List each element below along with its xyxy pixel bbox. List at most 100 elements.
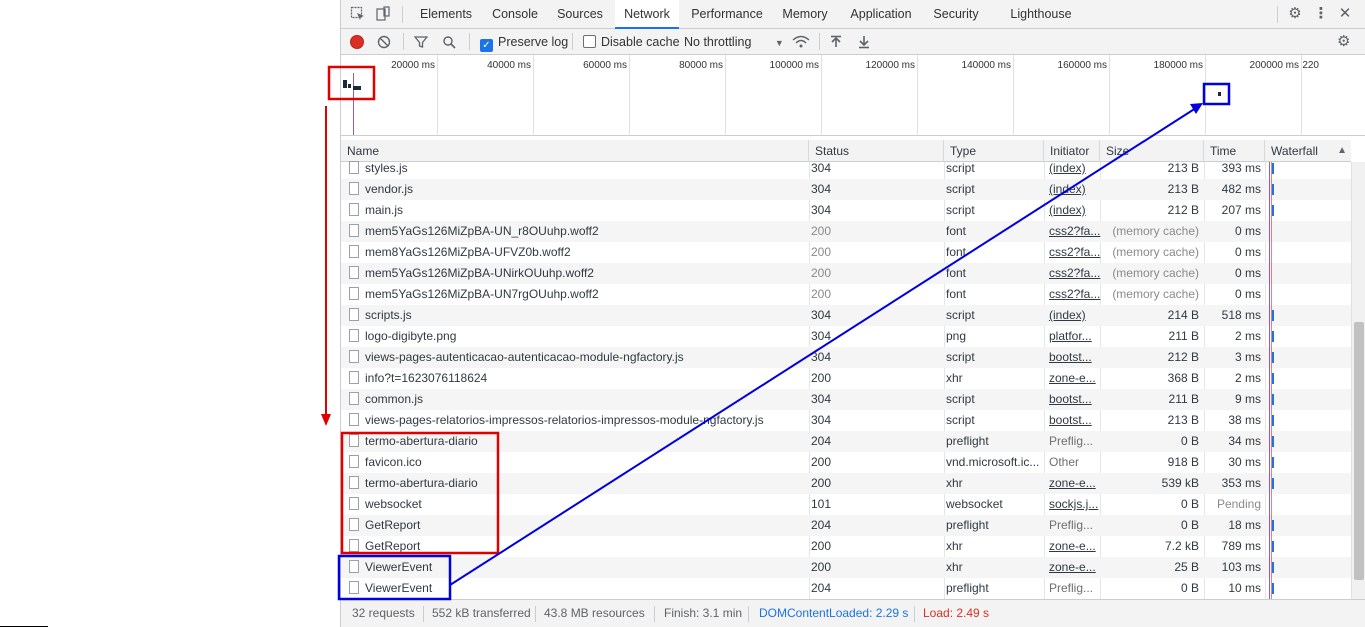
tab-lighthouse[interactable]: Lighthouse — [1005, 0, 1077, 29]
export-har-icon[interactable] — [858, 33, 872, 51]
disable-cache-box[interactable] — [583, 35, 596, 48]
request-row[interactable]: mem8YaGs126MiZpBA-UFVZ0b.woff2 200 font css… — [341, 242, 1351, 263]
status-cell: 200 — [811, 245, 832, 259]
request-name-cell[interactable]: websocket — [349, 494, 809, 515]
initiator-cell[interactable]: bootst... — [1049, 347, 1101, 368]
device-toolbar-icon[interactable] — [375, 6, 391, 22]
request-name-cell[interactable]: info?t=1623076118624 — [349, 368, 809, 389]
initiator-cell[interactable]: (index) — [1049, 158, 1101, 179]
request-row[interactable]: websocket 101 websocket sockjs.j... 0 B Pendi… — [341, 494, 1351, 515]
initiator-cell[interactable]: (index) — [1049, 305, 1101, 326]
request-name-cell[interactable]: styles.js — [349, 158, 809, 179]
search-icon[interactable] — [442, 33, 458, 51]
request-row[interactable]: ViewerEvent 204 preflight Preflig... 0 B 10 m… — [341, 578, 1351, 599]
request-name-cell[interactable]: mem5YaGs126MiZpBA-UN7rgOUuhp.woff2 — [349, 284, 809, 305]
request-name-cell[interactable]: mem8YaGs126MiZpBA-UFVZ0b.woff2 — [349, 242, 809, 263]
request-row[interactable]: mem5YaGs126MiZpBA-UN7rgOUuhp.woff2 200 fon… — [341, 284, 1351, 305]
initiator-cell[interactable]: css2?fa... — [1049, 263, 1101, 284]
resources-size: 43.8 MB resources — [544, 606, 645, 620]
request-name-cell[interactable]: ViewerEvent — [349, 578, 809, 599]
request-name-cell[interactable]: mem5YaGs126MiZpBA-UNirkOUuhp.woff2 — [349, 263, 809, 284]
record-button[interactable] — [350, 35, 364, 49]
tab-elements[interactable]: Elements — [413, 0, 479, 29]
request-row[interactable]: views-pages-relatorios-impressos-relator… — [341, 410, 1351, 431]
scrollbar-thumb[interactable] — [1354, 322, 1364, 580]
request-row[interactable]: mem5YaGs126MiZpBA-UN_r8OUuhp.woff2 200 fon… — [341, 221, 1351, 242]
status-cell: 204 — [811, 581, 832, 595]
initiator-cell[interactable]: css2?fa... — [1049, 221, 1101, 242]
clear-icon[interactable] — [377, 33, 393, 51]
request-row[interactable]: common.js 304 script bootst... 211 B 9 ms — [341, 389, 1351, 410]
request-row[interactable]: main.js 304 script (index) 212 B 207 ms — [341, 200, 1351, 221]
request-name-cell[interactable]: termo-abertura-diario — [349, 431, 809, 452]
initiator-cell[interactable]: zone-e... — [1049, 557, 1101, 578]
request-name-cell[interactable]: logo-digibyte.png — [349, 326, 809, 347]
checkmark-icon[interactable]: ✓ — [480, 39, 493, 52]
initiator-cell[interactable]: (index) — [1049, 200, 1101, 221]
throttling-select[interactable]: No throttling ▼ — [684, 33, 784, 51]
file-icon — [349, 371, 359, 384]
more-options-icon[interactable]: ⋮ — [1313, 6, 1329, 22]
request-name: info?t=1623076118624 — [365, 371, 488, 385]
vertical-scrollbar[interactable] — [1351, 162, 1365, 599]
tab-memory[interactable]: Memory — [775, 0, 835, 29]
request-name-cell[interactable]: termo-abertura-diario — [349, 473, 809, 494]
network-overview-timeline[interactable]: 20000 ms 40000 ms 60000 ms 80000 ms 1000… — [341, 55, 1365, 136]
request-row[interactable]: favicon.ico 200 vnd.microsoft.ic... Other 91… — [341, 452, 1351, 473]
request-name-cell[interactable]: views-pages-autenticacao-autenticacao-mo… — [349, 347, 809, 368]
disable-cache-checkbox[interactable]: Disable cache — [583, 33, 680, 51]
request-row[interactable]: logo-digibyte.png 304 png platfor... 211 B 2 … — [341, 326, 1351, 347]
type-cell: script — [946, 203, 975, 217]
request-row[interactable]: scripts.js 304 script (index) 214 B 518 ms — [341, 305, 1351, 326]
request-row[interactable]: GetReport 200 xhr zone-e... 7.2 kB 789 ms — [341, 536, 1351, 557]
request-row[interactable]: GetReport 204 preflight Preflig... 0 B 18 ms — [341, 515, 1351, 536]
import-har-icon[interactable] — [830, 33, 844, 51]
settings-gear-icon[interactable]: ⚙ — [1287, 6, 1303, 22]
initiator-cell[interactable]: platfor... — [1049, 326, 1101, 347]
file-icon — [349, 308, 359, 321]
tab-performance[interactable]: Performance — [685, 0, 769, 29]
initiator-cell[interactable]: zone-e... — [1049, 473, 1101, 494]
tab-network[interactable]: Network — [615, 0, 679, 29]
request-row[interactable]: mem5YaGs126MiZpBA-UNirkOUuhp.woff2 200 fon… — [341, 263, 1351, 284]
request-name-cell[interactable]: GetReport — [349, 536, 809, 557]
throttling-value: No throttling — [684, 35, 752, 49]
request-name-cell[interactable]: mem5YaGs126MiZpBA-UN_r8OUuhp.woff2 — [349, 221, 809, 242]
request-name-cell[interactable]: scripts.js — [349, 305, 809, 326]
initiator-cell[interactable]: sockjs.j... — [1049, 494, 1101, 515]
initiator-cell[interactable]: css2?fa... — [1049, 242, 1101, 263]
request-row[interactable]: ViewerEvent 200 xhr zone-e... 25 B 103 ms — [341, 557, 1351, 578]
request-row[interactable]: vendor.js 304 script (index) 213 B 482 ms — [341, 179, 1351, 200]
request-name-cell[interactable]: favicon.ico — [349, 452, 809, 473]
tab-application[interactable]: Application — [843, 0, 919, 29]
initiator-cell[interactable]: (index) — [1049, 179, 1101, 200]
request-name-cell[interactable]: common.js — [349, 389, 809, 410]
preserve-log-checkbox[interactable]: ✓ Preserve log — [480, 33, 568, 52]
initiator-cell[interactable]: zone-e... — [1049, 368, 1101, 389]
initiator-cell[interactable]: bootst... — [1049, 389, 1101, 410]
request-row[interactable]: termo-abertura-diario 200 xhr zone-e... 539 … — [341, 473, 1351, 494]
tab-security[interactable]: Security — [927, 0, 985, 29]
initiator-cell[interactable]: bootst... — [1049, 410, 1101, 431]
request-row[interactable]: views-pages-autenticacao-autenticacao-mo… — [341, 347, 1351, 368]
initiator-cell[interactable]: zone-e... — [1049, 536, 1101, 557]
request-row[interactable]: styles.js 304 script (index) 213 B 393 ms — [341, 158, 1351, 179]
inspect-element-icon[interactable] — [350, 6, 366, 22]
tab-sources[interactable]: Sources — [551, 0, 609, 29]
time-cell: 2 ms — [1234, 371, 1261, 385]
request-row[interactable]: termo-abertura-diario 204 preflight Preflig… — [341, 431, 1351, 452]
request-name-cell[interactable]: views-pages-relatorios-impressos-relator… — [349, 410, 809, 431]
request-name-cell[interactable]: vendor.js — [349, 179, 809, 200]
network-conditions-icon[interactable] — [792, 33, 810, 51]
network-settings-gear-icon[interactable]: ⚙ — [1337, 33, 1350, 51]
request-name-cell[interactable]: main.js — [349, 200, 809, 221]
filter-icon[interactable] — [413, 33, 430, 51]
request-name-cell[interactable]: ViewerEvent — [349, 557, 809, 578]
tab-console[interactable]: Console — [485, 0, 545, 29]
request-row[interactable]: info?t=1623076118624 200 xhr zone-e... 368 B… — [341, 368, 1351, 389]
file-icon — [349, 413, 359, 426]
request-name-cell[interactable]: GetReport — [349, 515, 809, 536]
close-icon[interactable]: ✕ — [1337, 6, 1353, 22]
initiator-cell[interactable]: css2?fa... — [1049, 284, 1101, 305]
waterfall-bar — [1272, 436, 1274, 447]
